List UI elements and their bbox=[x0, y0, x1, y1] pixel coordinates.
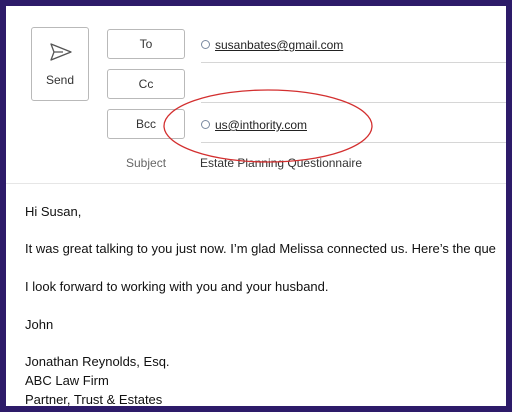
to-recipient-address[interactable]: susanbates@gmail.com bbox=[215, 38, 343, 52]
signature-title[interactable]: Partner, Trust & Estates bbox=[25, 392, 162, 406]
signature-name[interactable]: Jonathan Reynolds, Esq. bbox=[25, 354, 170, 369]
to-field-line bbox=[201, 62, 506, 63]
send-label: Send bbox=[45, 73, 75, 87]
send-button[interactable]: Send bbox=[31, 27, 89, 101]
presence-icon bbox=[201, 40, 210, 49]
header-divider bbox=[6, 183, 506, 184]
send-icon bbox=[50, 43, 72, 61]
body-paragraph-1[interactable]: It was great talking to you just now. I’… bbox=[25, 241, 496, 256]
signature-firm[interactable]: ABC Law Firm bbox=[25, 373, 109, 388]
annotation-circle bbox=[163, 89, 373, 163]
email-compose-window: Send To Cc Bcc susanbates@gmail.com us@i… bbox=[6, 6, 506, 406]
body-paragraph-2[interactable]: I look forward to working with you and y… bbox=[25, 279, 329, 294]
to-button[interactable]: To bbox=[107, 29, 185, 59]
body-greeting[interactable]: Hi Susan, bbox=[25, 204, 81, 219]
to-recipient[interactable]: susanbates@gmail.com bbox=[201, 38, 343, 52]
body-closing-name[interactable]: John bbox=[25, 317, 53, 332]
